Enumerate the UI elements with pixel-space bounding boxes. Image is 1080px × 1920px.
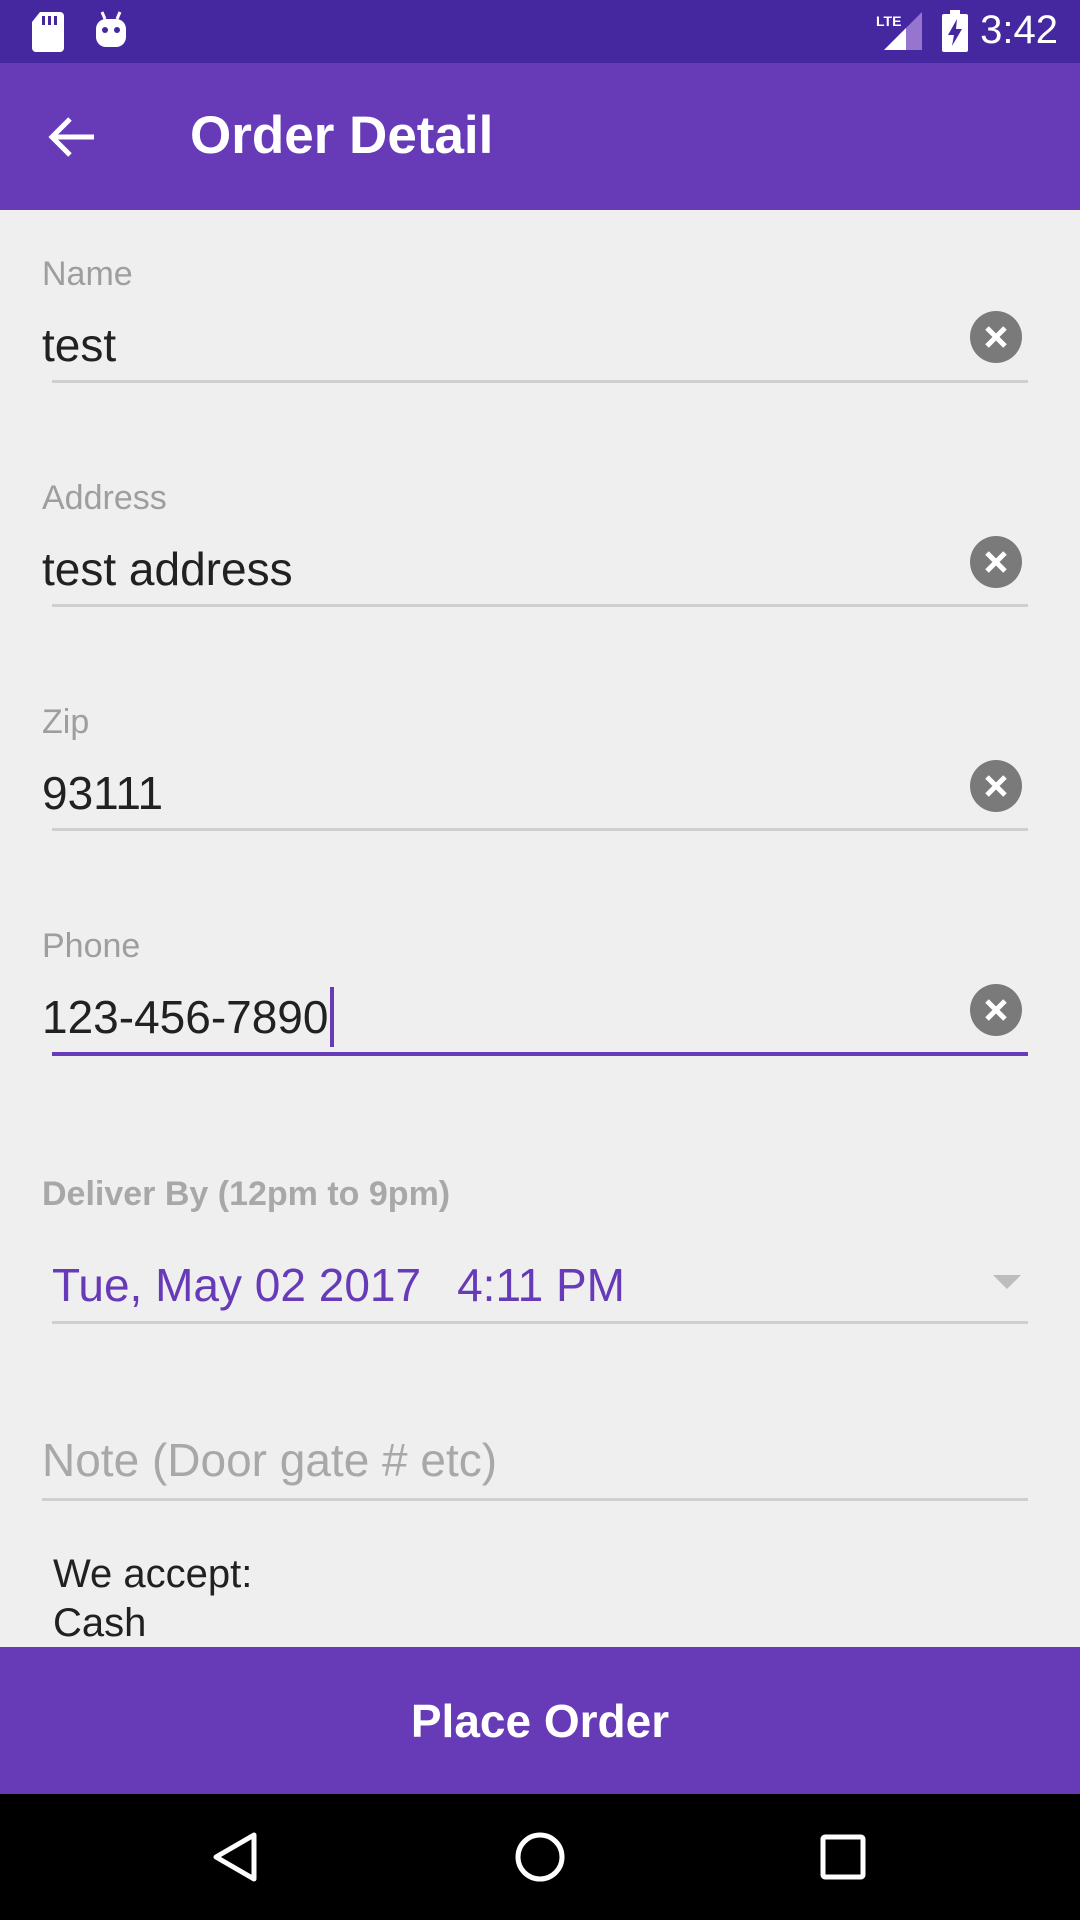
deliver-by-underline xyxy=(52,1321,1028,1324)
close-icon xyxy=(985,999,1007,1021)
nav-recents-icon[interactable] xyxy=(813,1827,873,1887)
close-icon xyxy=(985,551,1007,573)
status-time: 3:42 xyxy=(980,8,1058,52)
close-icon xyxy=(985,775,1007,797)
note-input[interactable]: Note (Door gate # etc) xyxy=(42,1433,497,1487)
phone-label: Phone xyxy=(42,927,141,965)
lte-label: LTE xyxy=(876,13,901,29)
payment-heading: We accept: xyxy=(53,1552,253,1596)
nav-home-icon[interactable] xyxy=(510,1827,570,1887)
navigation-bar xyxy=(0,1794,1080,1920)
dropdown-arrow-icon[interactable] xyxy=(993,1275,1021,1289)
name-underline xyxy=(52,380,1028,383)
name-label: Name xyxy=(42,255,133,293)
name-input[interactable]: test xyxy=(42,318,116,372)
address-underline xyxy=(52,604,1028,607)
payment-info: We accept: Cash xyxy=(53,1550,252,1648)
deliver-time: 4:11 PM xyxy=(457,1259,625,1311)
deliver-date: Tue, May 02 2017 xyxy=(52,1259,422,1311)
android-icon xyxy=(96,11,126,47)
nav-back-icon[interactable] xyxy=(206,1827,266,1887)
address-label: Address xyxy=(42,479,167,517)
clear-name-button[interactable] xyxy=(970,311,1022,363)
zip-label: Zip xyxy=(42,703,90,741)
phone-value: 123-456-7890 xyxy=(42,991,329,1043)
clear-address-button[interactable] xyxy=(970,536,1022,588)
place-order-label: Place Order xyxy=(410,1694,670,1747)
phone-input[interactable]: 123-456-7890 xyxy=(42,986,335,1047)
clear-zip-button[interactable] xyxy=(970,760,1022,812)
battery-charging-icon xyxy=(942,10,968,52)
text-cursor xyxy=(330,986,335,1047)
zip-input[interactable]: 93111 xyxy=(42,766,163,820)
payment-method: Cash xyxy=(53,1601,147,1645)
deliver-by-label: Deliver By (12pm to 9pm) xyxy=(42,1175,451,1213)
note-underline xyxy=(42,1498,1028,1501)
clear-phone-button[interactable] xyxy=(970,984,1022,1036)
deliver-by-picker[interactable]: Tue, May 02 2017 4:11 PM xyxy=(52,1258,625,1312)
place-order-button[interactable]: Place Order xyxy=(0,1647,1080,1794)
app-bar: Order Detail xyxy=(0,63,1080,210)
close-icon xyxy=(985,326,1007,348)
lte-signal-icon: LTE xyxy=(876,12,922,50)
page-title: Order Detail xyxy=(190,106,494,165)
zip-underline xyxy=(52,828,1028,831)
phone-underline xyxy=(52,1052,1028,1056)
arrow-back-icon[interactable] xyxy=(42,107,102,167)
address-input[interactable]: test address xyxy=(42,542,293,596)
sd-card-icon xyxy=(32,12,64,52)
status-bar: LTE 3:42 xyxy=(0,0,1080,63)
